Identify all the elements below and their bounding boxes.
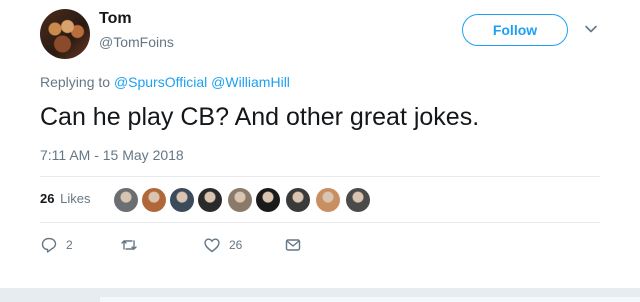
divider (40, 222, 600, 223)
liker-avatar[interactable] (316, 188, 340, 212)
retweet-button[interactable] (120, 236, 146, 254)
liker-avatar[interactable] (286, 188, 310, 212)
liker-avatar[interactable] (228, 188, 252, 212)
liker-avatar[interactable] (142, 188, 166, 212)
next-card-edge (100, 297, 640, 302)
mention-link[interactable]: @SpursOfficial (114, 74, 207, 90)
liker-avatar[interactable] (170, 188, 194, 212)
message-icon (285, 239, 301, 251)
tweet-card: Tom @TomFoins Follow Replying to @SpursO… (0, 0, 640, 288)
replying-to-line: Replying to @SpursOfficial @WilliamHill (40, 74, 290, 90)
liker-avatar[interactable] (198, 188, 222, 212)
likes-number: 26 (40, 191, 55, 206)
like-button[interactable]: 26 (203, 236, 242, 254)
timestamp[interactable]: 7:11 AM - 15 May 2018 (40, 147, 184, 163)
heart-icon (204, 238, 220, 253)
liker-avatar[interactable] (256, 188, 280, 212)
likes-label: Likes (60, 191, 91, 206)
tweet-text: Can he play CB? And other great jokes. (40, 103, 480, 131)
liker-avatar[interactable] (346, 188, 370, 212)
reply-count: 2 (66, 238, 73, 252)
like-count: 26 (229, 238, 243, 252)
follow-button[interactable]: Follow (462, 14, 568, 46)
retweet-icon (121, 240, 137, 250)
display-name[interactable]: Tom (99, 10, 132, 28)
likes-count[interactable]: 26 Likes (40, 191, 90, 206)
page-background (0, 288, 640, 302)
user-handle[interactable]: @TomFoins (99, 34, 174, 50)
avatar[interactable] (40, 9, 90, 59)
divider (40, 176, 600, 177)
chevron-down-icon[interactable] (584, 22, 598, 36)
reply-icon (41, 237, 57, 253)
mention-link[interactable]: @WilliamHill (211, 74, 290, 90)
replying-to-label: Replying to (40, 74, 111, 90)
direct-message-button[interactable] (284, 236, 302, 254)
liker-avatar[interactable] (114, 188, 138, 212)
reply-button[interactable]: 2 (40, 236, 73, 254)
